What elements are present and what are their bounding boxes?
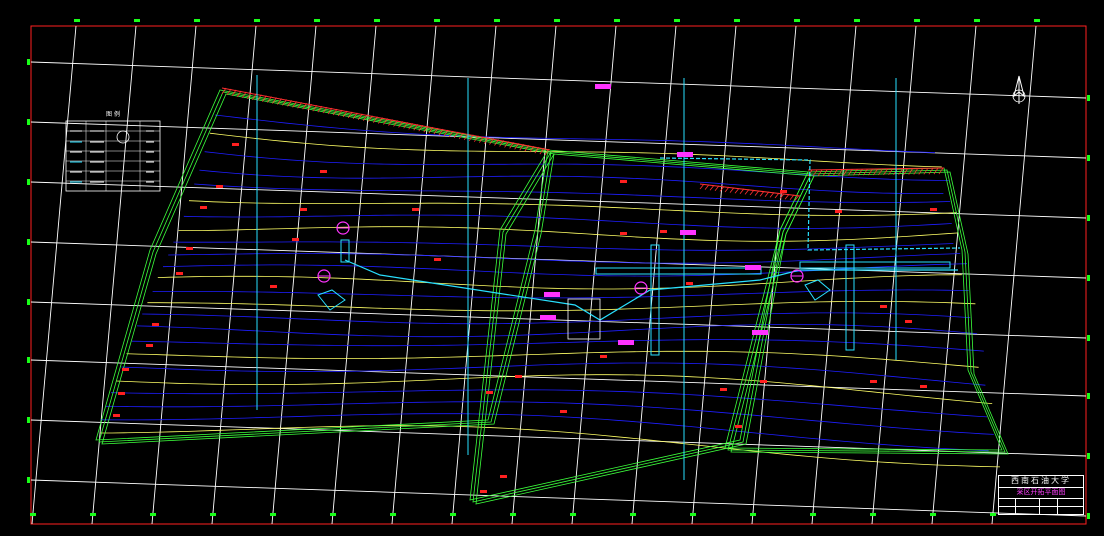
grid-tick-bottom [690,513,696,516]
annotation-label [540,315,556,320]
grid-tick-right [1087,95,1090,101]
grid-tick-bottom [270,513,276,516]
grid-tick-left [27,179,30,185]
elevation-label [760,380,767,383]
grid-tick-bottom [930,513,936,516]
grid-tick-bottom [450,513,456,516]
elevation-label [735,425,742,428]
grid-tick-bottom [630,513,636,516]
grid-tick-top [734,19,740,22]
grid-tick-top [374,19,380,22]
grid-tick-right [1087,155,1090,161]
grid-tick-bottom [870,513,876,516]
elevation-label [720,388,727,391]
grid-tick-bottom [150,513,156,516]
elevation-label [216,185,223,188]
elevation-label [113,414,120,417]
annotation-label [618,340,634,345]
grid-tick-right [1087,335,1090,341]
elevation-label [300,208,307,211]
grid-tick-bottom [30,513,36,516]
grid-tick-top [1034,19,1040,22]
elevation-label [620,180,627,183]
legend-title: 图 例 [106,110,120,118]
elevation-label [920,385,927,388]
elevation-label [905,320,912,323]
elevation-label [146,344,153,347]
elevation-label [835,210,842,213]
grid-tick-left [27,417,30,423]
elevation-label [200,206,207,209]
grid-tick-top [974,19,980,22]
elevation-label [870,380,877,383]
grid-tick-left [27,239,30,245]
grid-tick-top [794,19,800,22]
grid-tick-bottom [510,513,516,516]
title-block: 西南石油大学 采区开拓平面图 [998,475,1084,515]
grid-tick-top [434,19,440,22]
grid-tick-right [1087,393,1090,399]
grid-tick-left [27,357,30,363]
grid-tick-top [554,19,560,22]
grid-tick-top [74,19,80,22]
title-block-row-4 [999,506,1083,515]
grid-tick-right [1087,215,1090,221]
grid-tick-top [614,19,620,22]
grid-tick-top [854,19,860,22]
grid-tick-top [194,19,200,22]
grid-tick-left [27,119,30,125]
elevation-label [232,143,239,146]
grid-tick-bottom [90,513,96,516]
elevation-label [560,410,567,413]
elevation-label [930,208,937,211]
elevation-label [515,375,522,378]
grid-tick-bottom [750,513,756,516]
elevation-label [320,170,327,173]
grid-tick-bottom [330,513,336,516]
elevation-label [686,282,693,285]
grid-tick-left [27,299,30,305]
elevation-label [118,392,125,395]
annotation-label [595,84,611,89]
elevation-label [620,232,627,235]
elevation-label [152,323,159,326]
elevation-label [434,258,441,261]
grid-tick-top [494,19,500,22]
annotation-label [544,292,560,297]
elevation-label [292,238,299,241]
grid-tick-top [254,19,260,22]
elevation-label [186,247,193,250]
cad-drawing-canvas: 图 例 [0,0,1104,536]
elevation-label [600,355,607,358]
grid-tick-right [1087,275,1090,281]
grid-tick-bottom [390,513,396,516]
grid-tick-left [27,59,30,65]
grid-tick-right [1087,513,1090,519]
grid-tick-top [314,19,320,22]
grid-tick-bottom [570,513,576,516]
elevation-label [270,285,277,288]
elevation-label [176,272,183,275]
grid-tick-bottom [210,513,216,516]
annotation-label [745,265,761,270]
annotation-label [680,230,696,235]
grid-tick-left [27,477,30,483]
elevation-label [480,490,487,493]
elevation-label [880,305,887,308]
grid-tick-top [914,19,920,22]
grid-tick-right [1087,453,1090,459]
elevation-label [486,391,493,394]
annotation-label [752,330,768,335]
elevation-label [412,208,419,211]
grid-tick-top [134,19,140,22]
elevation-label [660,230,667,233]
elevation-label [500,475,507,478]
elevation-label [122,368,129,371]
grid-tick-top [674,19,680,22]
grid-tick-bottom [990,513,996,516]
annotation-label [677,152,693,157]
grid-tick-bottom [810,513,816,516]
elevation-label [780,190,787,193]
